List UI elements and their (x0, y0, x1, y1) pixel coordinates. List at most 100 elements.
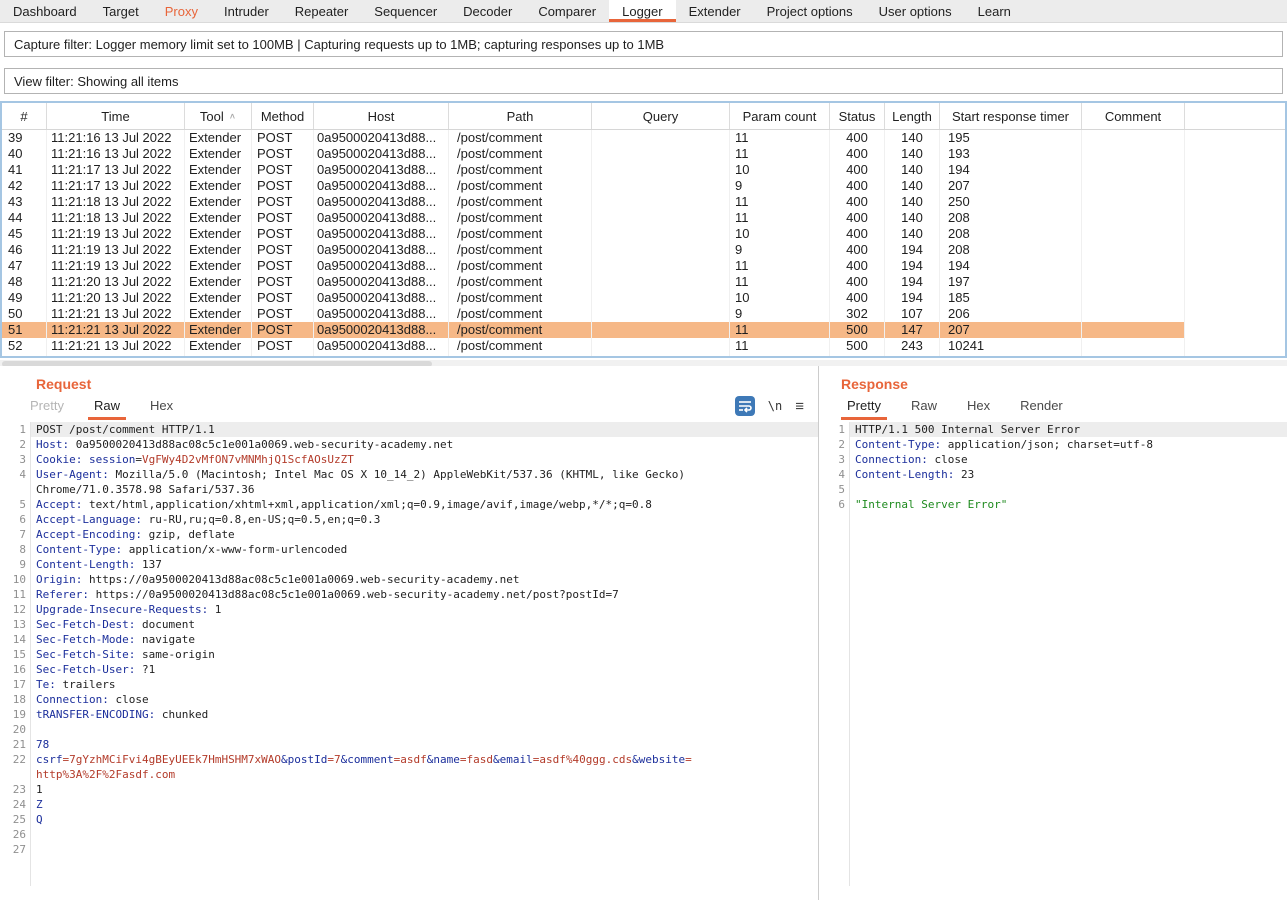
cell-query (592, 226, 730, 242)
column-header-time[interactable]: Time (47, 103, 185, 129)
menu-tab-intruder[interactable]: Intruder (211, 0, 282, 22)
menu-tab-target[interactable]: Target (90, 0, 152, 22)
menu-tab-extender[interactable]: Extender (676, 0, 754, 22)
menu-tab-repeater[interactable]: Repeater (282, 0, 361, 22)
menu-tab-dashboard[interactable]: Dashboard (0, 0, 90, 22)
cell-query (592, 354, 730, 356)
table-row-45[interactable]: 4511:21:19 13 Jul 2022ExtenderPOST0a9500… (2, 226, 1285, 242)
table-row-52[interactable]: 5211:21:21 13 Jul 2022ExtenderPOST0a9500… (2, 338, 1285, 354)
table-row-42[interactable]: 4211:21:17 13 Jul 2022ExtenderPOST0a9500… (2, 178, 1285, 194)
cell-query (592, 258, 730, 274)
table-row-51[interactable]: 5111:21:21 13 Jul 2022ExtenderPOST0a9500… (2, 322, 1285, 338)
cell-start_response_timer: 195 (940, 130, 1082, 146)
response-panel: Response PrettyRawHexRender 1HTTP/1.1 50… (819, 366, 1287, 900)
menu-tab-sequencer[interactable]: Sequencer (361, 0, 450, 22)
cell-time: 11:21:17 13 Jul 2022 (47, 178, 185, 194)
response-tab-hex[interactable]: Hex (967, 398, 990, 420)
column-header-tool[interactable]: Tool∧ (185, 103, 252, 129)
line-content: Connection: close (30, 692, 818, 707)
table-row-50[interactable]: 5011:21:21 13 Jul 2022ExtenderPOST0a9500… (2, 306, 1285, 322)
column-header--[interactable]: # (2, 103, 47, 129)
column-header-method[interactable]: Method (252, 103, 314, 129)
request-tab-pretty[interactable]: Pretty (30, 398, 64, 420)
column-header-query[interactable]: Query (592, 103, 730, 129)
table-row-46[interactable]: 4611:21:19 13 Jul 2022ExtenderPOST0a9500… (2, 242, 1285, 258)
view-filter-bar[interactable]: View filter: Showing all items (4, 68, 1283, 94)
line-content: Content-Type: application/x-www-form-url… (30, 542, 818, 557)
request-tab-hex[interactable]: Hex (150, 398, 173, 420)
line-number (0, 482, 30, 497)
table-row-41[interactable]: 4111:21:17 13 Jul 2022ExtenderPOST0a9500… (2, 162, 1285, 178)
table-row-47[interactable]: 4711:21:19 13 Jul 2022ExtenderPOST0a9500… (2, 258, 1285, 274)
cell-method: POST (252, 146, 314, 162)
cell-param_count: 11 (730, 130, 830, 146)
soft-wrap-icon[interactable] (735, 396, 755, 416)
table-row-48[interactable]: 4811:21:20 13 Jul 2022ExtenderPOST0a9500… (2, 274, 1285, 290)
line-number: 15 (0, 647, 30, 662)
table-row-49[interactable]: 4911:21:20 13 Jul 2022ExtenderPOST0a9500… (2, 290, 1285, 306)
column-header-length[interactable]: Length (885, 103, 940, 129)
line-number: 21 (0, 737, 30, 752)
cell-comment (1082, 130, 1185, 146)
cell-comment (1082, 226, 1185, 242)
cell-path: /post/comment (449, 194, 592, 210)
cell-filler (1185, 194, 1285, 210)
cell-length: 107 (885, 306, 940, 322)
cell-tool: Extender (185, 194, 252, 210)
cell-id: 48 (2, 274, 47, 290)
cell-time: 11:21:19 13 Jul 2022 (47, 226, 185, 242)
column-header-start-response-timer[interactable]: Start response timer (940, 103, 1082, 129)
line-number: 4 (819, 467, 849, 482)
capture-filter-bar[interactable]: Capture filter: Logger memory limit set … (4, 31, 1283, 57)
table-row-43[interactable]: 4311:21:18 13 Jul 2022ExtenderPOST0a9500… (2, 194, 1285, 210)
column-header-path[interactable]: Path (449, 103, 592, 129)
cell-method: POST (252, 178, 314, 194)
line-number: 1 (819, 422, 849, 437)
cell-path: /post/comment (449, 354, 592, 356)
line-number: 2 (0, 437, 30, 452)
table-row-40[interactable]: 4011:21:16 13 Jul 2022ExtenderPOST0a9500… (2, 146, 1285, 162)
menu-tab-learn[interactable]: Learn (965, 0, 1024, 22)
cell-method: POST (252, 290, 314, 306)
line-number: 5 (0, 497, 30, 512)
response-tab-raw[interactable]: Raw (911, 398, 937, 420)
cell-host: 0a9500020413d88... (314, 130, 449, 146)
table-row-44[interactable]: 4411:21:18 13 Jul 2022ExtenderPOST0a9500… (2, 210, 1285, 226)
cell-method: POST (252, 274, 314, 290)
line-content: HTTP/1.1 500 Internal Server Error (849, 422, 1287, 437)
newline-icon[interactable]: \n (768, 399, 782, 413)
request-panel: Request PrettyRawHex\n≡ 1POST /post/comm… (0, 366, 818, 900)
column-header-param-count[interactable]: Param count (730, 103, 830, 129)
response-tab-pretty[interactable]: Pretty (847, 398, 881, 420)
response-editor[interactable]: 1HTTP/1.1 500 Internal Server Error2Cont… (819, 422, 1287, 886)
cell-id: 39 (2, 130, 47, 146)
cell-path: /post/comment (449, 242, 592, 258)
request-tab-raw[interactable]: Raw (94, 398, 120, 420)
cell-start_response_timer: 207 (940, 178, 1082, 194)
editor-menu-icon[interactable]: ≡ (795, 398, 804, 415)
line-number: 12 (0, 602, 30, 617)
response-tab-render[interactable]: Render (1020, 398, 1063, 420)
menu-tab-proxy[interactable]: Proxy (152, 0, 211, 22)
request-editor-line-11: 11Referer: https://0a9500020413d88ac08c5… (0, 587, 818, 602)
menu-tab-user-options[interactable]: User options (866, 0, 965, 22)
table-row-39[interactable]: 3911:21:16 13 Jul 2022ExtenderPOST0a9500… (2, 130, 1285, 146)
column-header-status[interactable]: Status (830, 103, 885, 129)
table-row-53[interactable]: 5311:21:22 13 Jul 2022ExtenderPOST0a9500… (2, 354, 1285, 356)
cell-id: 41 (2, 162, 47, 178)
column-header-host[interactable]: Host (314, 103, 449, 129)
column-header-comment[interactable]: Comment (1082, 103, 1185, 129)
message-editor-split: Request PrettyRawHex\n≡ 1POST /post/comm… (0, 366, 1287, 900)
request-editor[interactable]: 1POST /post/comment HTTP/1.12Host: 0a950… (0, 422, 818, 886)
cell-id: 47 (2, 258, 47, 274)
menu-tab-logger[interactable]: Logger (609, 0, 675, 22)
menu-tab-project-options[interactable]: Project options (754, 0, 866, 22)
cell-time: 11:21:18 13 Jul 2022 (47, 210, 185, 226)
menu-tab-comparer[interactable]: Comparer (525, 0, 609, 22)
menu-tab-decoder[interactable]: Decoder (450, 0, 525, 22)
line-content: Sec-Fetch-Site: same-origin (30, 647, 818, 662)
cell-start_response_timer: 194 (940, 162, 1082, 178)
request-editor-line-18: 18Connection: close (0, 692, 818, 707)
logger-table-header: #TimeTool∧MethodHostPathQueryParam count… (2, 103, 1285, 130)
cell-query (592, 194, 730, 210)
